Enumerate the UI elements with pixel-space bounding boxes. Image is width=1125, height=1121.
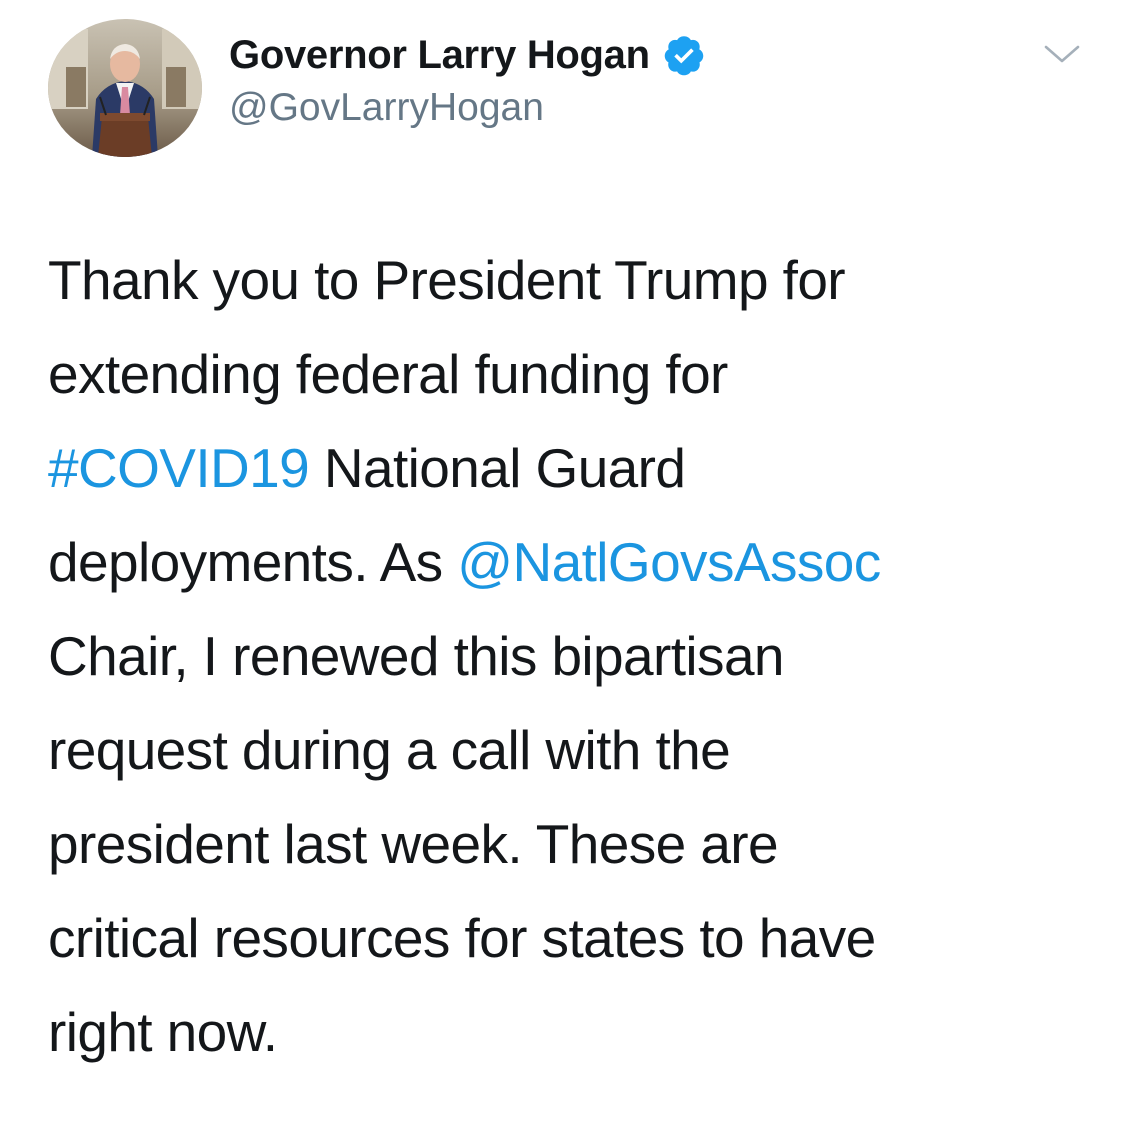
hashtag-link[interactable]: #COVID19 — [48, 437, 310, 499]
display-name[interactable]: Governor Larry Hogan — [229, 33, 650, 78]
tweet-line: Thank you to President Trump for — [48, 233, 1088, 327]
tweet-text-segment: president last week. These are — [48, 813, 779, 875]
tweet-line: extending federal funding for — [48, 327, 1088, 421]
mention-link[interactable]: @NatlGovsAssoc — [457, 531, 881, 593]
avatar[interactable] — [48, 19, 202, 157]
user-handle[interactable]: @GovLarryHogan — [229, 86, 544, 130]
tweet-text-segment: Thank you to President Trump for — [48, 249, 846, 311]
tweet-text-segment: extending federal funding for — [48, 343, 728, 405]
tweet-line: Chair, I renewed this bipartisan — [48, 609, 1088, 703]
tweet-text-segment: deployments. As — [48, 531, 458, 593]
tweet-text-segment: critical resources for states to have — [48, 907, 876, 969]
tweet-text-segment: right now. — [48, 1001, 278, 1063]
tweet-text-segment: Chair, I renewed this bipartisan — [48, 625, 785, 687]
avatar-photo — [48, 19, 202, 157]
tweet-line: deployments. As @NatlGovsAssoc — [48, 515, 1088, 609]
tweet-line: president last week. These are — [48, 797, 1088, 891]
tweet-card: Governor Larry Hogan @GovLarryHogan Than… — [0, 0, 1125, 1121]
tweet-line: right now. — [48, 985, 1088, 1079]
verified-badge-icon — [662, 33, 706, 77]
tweet-text-segment: request during a call with the — [48, 719, 731, 781]
tweet-line: #COVID19 National Guard — [48, 421, 1088, 515]
chevron-down-icon[interactable] — [1041, 39, 1083, 69]
tweet-text: Thank you to President Trump for extendin… — [48, 233, 1088, 1079]
tweet-line: critical resources for states to have — [48, 891, 1088, 985]
tweet-text-segment: National Guard — [309, 437, 686, 499]
tweet-line: request during a call with the — [48, 703, 1088, 797]
author-name-row: Governor Larry Hogan — [229, 30, 706, 80]
